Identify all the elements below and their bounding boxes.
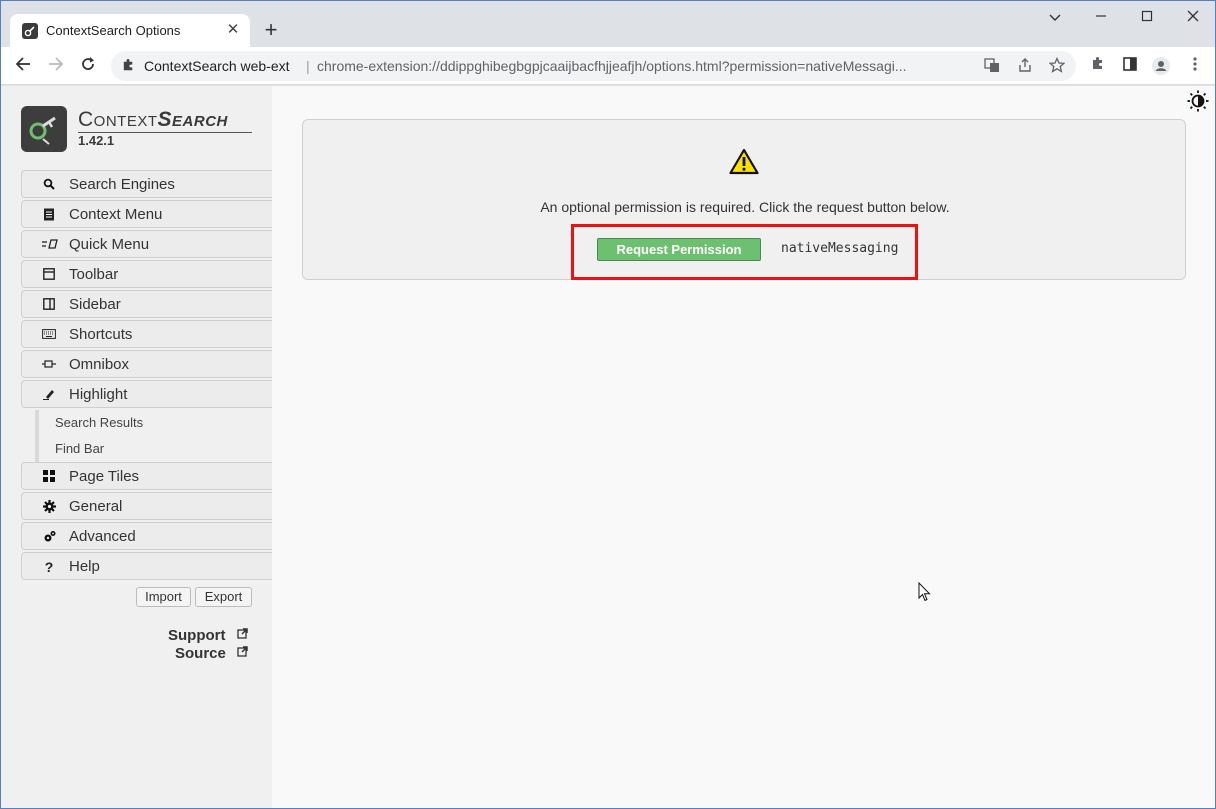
- profile-avatar-icon[interactable]: [1151, 56, 1171, 76]
- gears-icon: [42, 530, 56, 544]
- theme-toggle-icon[interactable]: [1187, 90, 1209, 112]
- nav-item-general[interactable]: General: [21, 492, 272, 520]
- maximize-icon[interactable]: [1124, 5, 1170, 29]
- nav-item-omnibox[interactable]: Omnibox: [21, 350, 272, 378]
- share-icon[interactable]: [1016, 57, 1034, 75]
- options-page: ContextSearch 1.42.1 Search Engines Cont…: [1, 86, 1215, 808]
- minimize-icon[interactable]: [1078, 5, 1124, 29]
- puzzle-icon: [121, 58, 136, 78]
- permission-card: An optional permission is required. Clic…: [302, 119, 1186, 280]
- bookmark-star-icon[interactable]: [1048, 56, 1066, 75]
- search-icon: [42, 178, 56, 192]
- nav-item-label: Context Menu: [69, 206, 163, 223]
- nav-item-label: General: [69, 498, 123, 515]
- translate-icon[interactable]: [983, 57, 1001, 75]
- nav-item-page-tiles[interactable]: Page Tiles: [21, 462, 272, 490]
- menu-kebab-icon[interactable]: [1185, 56, 1205, 76]
- close-window-icon[interactable]: [1170, 5, 1216, 29]
- permission-name: nativeMessaging: [781, 241, 899, 256]
- address-bar[interactable]: ContextSearch web-ext | chrome-extension…: [111, 51, 1076, 81]
- nav-item-search-engines[interactable]: Search Engines: [21, 170, 272, 198]
- nav-item-label: Advanced: [69, 528, 136, 545]
- gear-icon: [42, 500, 56, 514]
- nav-item-label: Highlight: [69, 386, 128, 403]
- contextsearch-logo-icon: [21, 106, 67, 152]
- brand-title: ContextSearch: [78, 108, 228, 132]
- sidebar-icon: [42, 298, 56, 312]
- permission-message: An optional permission is required. Clic…: [540, 199, 950, 215]
- nav-item-sidebar[interactable]: Sidebar: [21, 290, 272, 318]
- options-sidebar: ContextSearch 1.42.1 Search Engines Cont…: [1, 86, 272, 808]
- export-button[interactable]: Export: [195, 587, 252, 607]
- brand-suffix: Search: [157, 108, 228, 131]
- browser-toolbar: ContextSearch web-ext | chrome-extension…: [1, 47, 1215, 85]
- nav-subitem-search-results[interactable]: Search Results: [35, 410, 272, 436]
- source-link[interactable]: Source: [175, 645, 226, 662]
- omnibox-icon: [42, 358, 56, 372]
- nav-item-label: Help: [69, 558, 100, 575]
- nav-item-shortcuts[interactable]: Shortcuts: [21, 320, 272, 348]
- extensions-puzzle-icon[interactable]: [1088, 56, 1108, 76]
- nav-item-toolbar[interactable]: Toolbar: [21, 260, 272, 288]
- browser-window: ContextSearch Options ✕ + ContextSearch …: [0, 0, 1216, 809]
- mouse-cursor-icon: [918, 581, 931, 607]
- highlight-icon: [42, 388, 56, 402]
- help-icon: ?: [44, 559, 54, 575]
- brand-prefix: Context: [78, 108, 158, 131]
- quick-menu-icon: [42, 238, 58, 252]
- tab-title: ContextSearch Options: [46, 23, 181, 38]
- import-button[interactable]: Import: [136, 587, 191, 607]
- nav-item-label: Page Tiles: [69, 468, 140, 485]
- nav-item-label: Toolbar: [69, 266, 119, 283]
- external-link-icon: [237, 628, 248, 642]
- nav-item-help[interactable]: ? Help: [21, 552, 272, 580]
- context-menu-icon: [42, 208, 56, 222]
- tab-close-icon[interactable]: ✕: [224, 21, 242, 39]
- side-panel-icon[interactable]: [1120, 56, 1140, 76]
- external-link-icon: [237, 646, 248, 660]
- new-tab-button[interactable]: +: [259, 18, 283, 42]
- forward-arrow-icon[interactable]: [43, 53, 69, 79]
- nav-item-label: Search Engines: [69, 176, 175, 193]
- keyboard-icon: [42, 328, 56, 342]
- tiles-icon: [42, 470, 56, 484]
- nav-item-label: Quick Menu: [69, 236, 150, 253]
- version-label: 1.42.1: [78, 133, 115, 148]
- back-arrow-icon[interactable]: [10, 53, 36, 79]
- nav-item-highlight[interactable]: Highlight: [21, 380, 272, 408]
- nav-subitem-label: Find Bar: [55, 441, 105, 456]
- nav-subitem-find-bar[interactable]: Find Bar: [35, 436, 272, 462]
- omnibox-site-name: ContextSearch web-ext: [144, 58, 290, 74]
- contextsearch-favicon-icon: [22, 23, 38, 39]
- options-nav: Search Engines Context Menu Quick Menu T…: [21, 170, 272, 582]
- nav-item-label: Shortcuts: [69, 326, 133, 343]
- nav-subitem-label: Search Results: [55, 415, 144, 430]
- reload-icon[interactable]: [75, 53, 101, 79]
- tab-search-chevron-icon[interactable]: [1032, 5, 1078, 29]
- nav-item-quick-menu[interactable]: Quick Menu: [21, 230, 272, 258]
- toolbar-icon: [42, 268, 56, 282]
- support-link[interactable]: Support: [168, 627, 226, 644]
- nav-item-advanced[interactable]: Advanced: [21, 522, 272, 550]
- nav-item-label: Sidebar: [69, 296, 121, 313]
- omnibox-separator: |: [306, 58, 310, 74]
- omnibox-url[interactable]: chrome-extension://ddippghibegbgpjcaaijb…: [317, 58, 977, 74]
- warning-icon: [729, 148, 759, 180]
- tab-contextsearch-options[interactable]: ContextSearch Options ✕: [10, 14, 250, 47]
- nav-item-context-menu[interactable]: Context Menu: [21, 200, 272, 228]
- nav-item-label: Omnibox: [69, 356, 130, 373]
- tab-strip: ContextSearch Options ✕ +: [1, 1, 1215, 47]
- request-permission-button[interactable]: Request Permission: [597, 238, 761, 261]
